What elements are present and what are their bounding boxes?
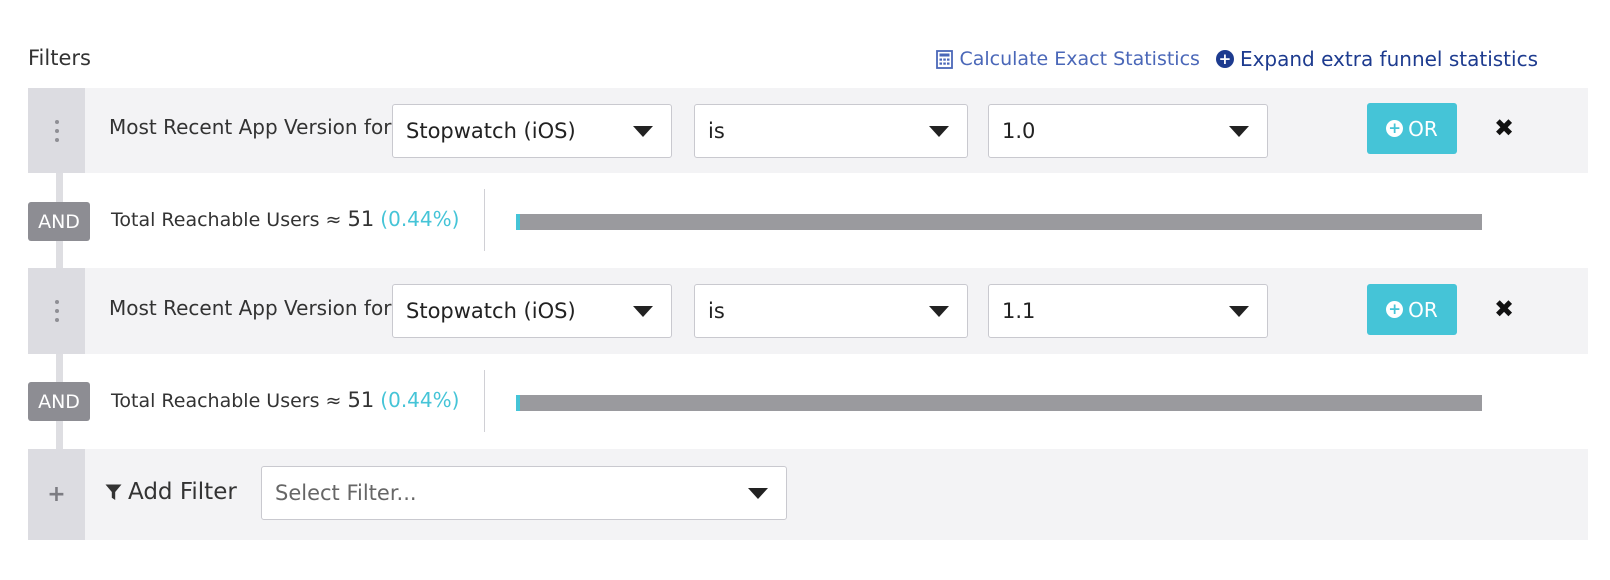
funnel-icon [105, 484, 122, 500]
expand-funnel-statistics-label: Expand extra funnel statistics [1239, 47, 1538, 71]
reach-progress-fill [516, 214, 521, 230]
drag-handle[interactable] [28, 88, 85, 173]
add-filter-text: Add Filter [128, 479, 237, 505]
caret-down-icon [1229, 306, 1249, 317]
app-select-value: Stopwatch (iOS) [406, 299, 576, 323]
select-filter-dropdown[interactable]: Select Filter... [261, 466, 787, 520]
value-select-value: 1.0 [1002, 119, 1036, 143]
reach-progress-bar [516, 214, 1482, 230]
value-select[interactable]: 1.1 [988, 284, 1268, 338]
reachable-users-percent: (0.44%) [380, 207, 460, 231]
caret-down-icon [748, 488, 768, 499]
filter-row: Most Recent App Version for Stopwatch (i… [28, 88, 1588, 173]
close-icon: ✖ [1494, 295, 1515, 323]
close-icon: ✖ [1494, 114, 1515, 142]
caret-down-icon [633, 126, 653, 137]
operator-select-value: is [708, 119, 725, 143]
reachable-users-count: 51 [347, 207, 375, 231]
calculate-exact-statistics-label: Calculate Exact Statistics [959, 48, 1200, 70]
reach-progress-fill [516, 395, 521, 411]
plus-circle-icon: + [1386, 301, 1404, 318]
or-button-label: OR [1408, 297, 1438, 322]
app-select[interactable]: Stopwatch (iOS) [392, 104, 672, 158]
select-filter-placeholder: Select Filter... [275, 481, 417, 505]
header-links: Calculate Exact Statistics + Expand extr… [936, 47, 1538, 71]
add-filter-handle[interactable]: + [28, 449, 85, 540]
drag-handle-icon [54, 119, 59, 142]
app-select[interactable]: Stopwatch (iOS) [392, 284, 672, 338]
operator-select[interactable]: is [694, 284, 968, 338]
reachable-users-text: Total Reachable Users ≈ 51 (0.44%) [111, 388, 459, 412]
reachable-users-label: Total Reachable Users ≈ [111, 209, 342, 231]
caret-down-icon [1229, 126, 1249, 137]
reachable-users-label: Total Reachable Users ≈ [111, 390, 342, 412]
and-badge: AND [28, 202, 90, 241]
add-filter-label: Add Filter [105, 479, 237, 505]
filter-row: Most Recent App Version for Stopwatch (i… [28, 268, 1588, 354]
value-select[interactable]: 1.0 [988, 104, 1268, 158]
reachable-users-count: 51 [347, 388, 375, 412]
drag-handle-icon [54, 300, 59, 322]
value-select-value: 1.1 [1002, 299, 1036, 323]
caret-down-icon [633, 306, 653, 317]
or-button[interactable]: + OR [1367, 103, 1457, 154]
app-select-value: Stopwatch (iOS) [406, 119, 576, 143]
filter-label: Most Recent App Version for [109, 115, 392, 139]
reachable-users-percent: (0.44%) [380, 388, 460, 412]
caret-down-icon [929, 306, 949, 317]
plus-icon: + [47, 482, 66, 507]
drag-handle[interactable] [28, 268, 85, 354]
expand-funnel-statistics-link[interactable]: + Expand extra funnel statistics [1215, 47, 1538, 71]
add-filter-row: + Add Filter Select Filter... [28, 449, 1588, 540]
calculator-icon [936, 49, 954, 69]
or-button[interactable]: + OR [1367, 284, 1457, 335]
reach-progress-bar [516, 395, 1482, 411]
divider [484, 370, 485, 432]
operator-select-value: is [708, 299, 725, 323]
or-button-label: OR [1408, 116, 1438, 141]
reachable-users-text: Total Reachable Users ≈ 51 (0.44%) [111, 207, 459, 231]
filters-title: Filters [28, 46, 91, 70]
remove-filter-button[interactable]: ✖ [1494, 114, 1514, 142]
calculate-exact-statistics-link[interactable]: Calculate Exact Statistics [936, 48, 1200, 70]
remove-filter-button[interactable]: ✖ [1494, 295, 1514, 323]
operator-select[interactable]: is [694, 104, 968, 158]
caret-down-icon [929, 126, 949, 137]
plus-circle-icon: + [1386, 120, 1404, 137]
plus-circle-icon: + [1215, 50, 1234, 68]
and-badge: AND [28, 382, 90, 421]
divider [484, 189, 485, 251]
filter-label: Most Recent App Version for [109, 296, 392, 320]
